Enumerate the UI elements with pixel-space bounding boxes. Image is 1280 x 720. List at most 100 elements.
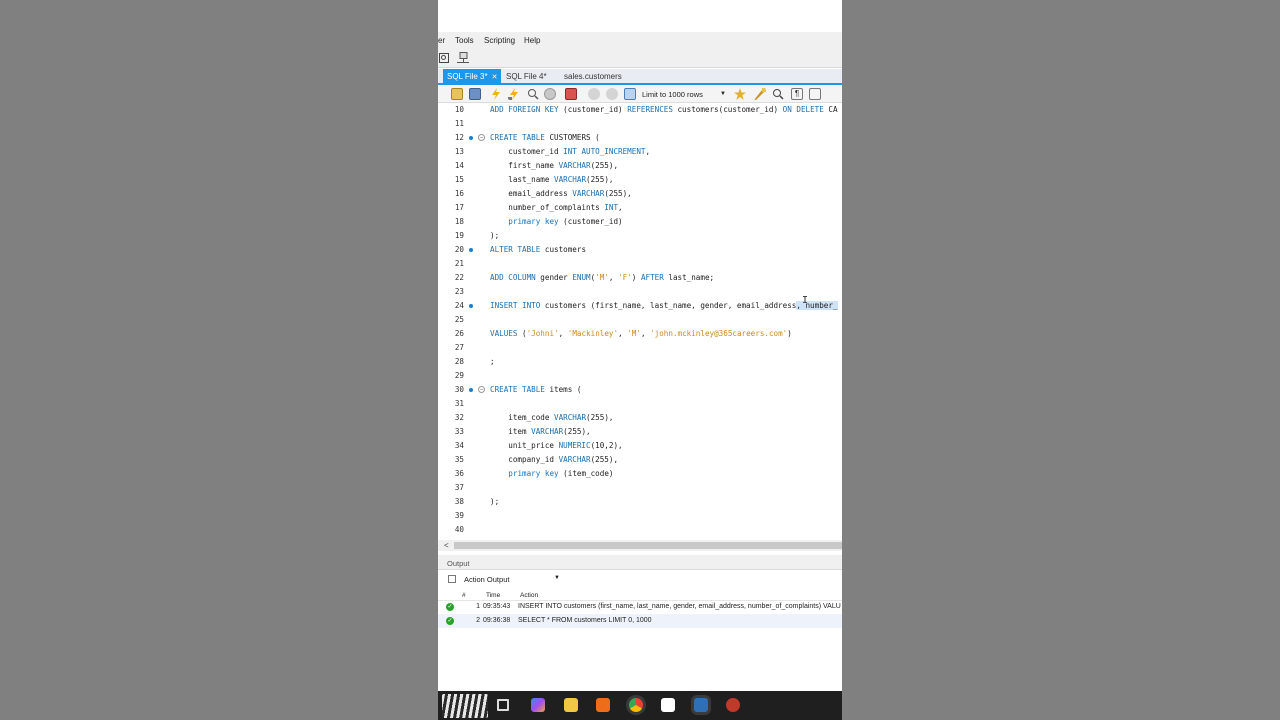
find-icon[interactable]: [772, 88, 784, 100]
code-line[interactable]: 39: [438, 509, 842, 523]
copilot-icon[interactable]: [531, 698, 545, 712]
statement-marker-icon: [469, 304, 473, 308]
autocommit-icon[interactable]: [624, 88, 636, 100]
line-number: 14: [454, 161, 464, 170]
code-line[interactable]: 38);: [438, 495, 842, 509]
col-action[interactable]: Action: [520, 592, 538, 599]
code-line[interactable]: 35 company_id VARCHAR(255),: [438, 453, 842, 467]
code-line[interactable]: 20 ALTER TABLE customers: [438, 243, 842, 257]
line-number: 17: [454, 203, 464, 212]
wrap-icon[interactable]: [809, 88, 821, 100]
code-line[interactable]: 33 item VARCHAR(255),: [438, 425, 842, 439]
scrollbar-thumb[interactable]: [454, 542, 842, 549]
code-text: ADD FOREIGN KEY (customer_id) REFERENCES…: [490, 105, 838, 114]
line-number: 25: [454, 315, 464, 324]
open-folder-icon[interactable]: [451, 88, 463, 100]
search-icon[interactable]: [439, 53, 449, 63]
horizontal-scrollbar[interactable]: <: [438, 540, 842, 551]
rollback-icon[interactable]: [606, 88, 618, 100]
menu-partial[interactable]: er: [438, 36, 445, 45]
line-number: 18: [454, 217, 464, 226]
code-line[interactable]: 32 item_code VARCHAR(255),: [438, 411, 842, 425]
capcut-icon[interactable]: [661, 698, 675, 712]
code-line[interactable]: 10 ADD FOREIGN KEY (customer_id) REFERENC…: [438, 103, 842, 117]
col-num[interactable]: #: [462, 592, 466, 599]
statement-marker-icon: [469, 248, 473, 252]
code-line[interactable]: 23: [438, 285, 842, 299]
code-line[interactable]: 15 last_name VARCHAR(255),: [438, 173, 842, 187]
tab-sql-file-4[interactable]: SQL File 4*: [502, 69, 551, 84]
line-number: 36: [454, 469, 464, 478]
sublime-icon[interactable]: [596, 698, 610, 712]
chrome-icon[interactable]: [629, 698, 643, 712]
file-explorer-icon[interactable]: [564, 698, 578, 712]
code-line[interactable]: 28;: [438, 355, 842, 369]
output-row[interactable]: ✓ 2 09:36:38 SELECT * FROM customers LIM…: [438, 614, 842, 628]
bookmark-icon[interactable]: [734, 88, 746, 100]
menu-scripting[interactable]: Scripting: [484, 36, 515, 45]
zebra-wallpaper-thumb[interactable]: [442, 694, 488, 718]
execute-icon[interactable]: [490, 88, 502, 100]
menu-tools[interactable]: Tools: [455, 36, 474, 45]
line-number: 11: [454, 119, 464, 128]
code-text: item VARCHAR(255),: [490, 427, 591, 436]
code-line[interactable]: 31: [438, 397, 842, 411]
menu-help[interactable]: Help: [524, 36, 540, 45]
code-text: item_code VARCHAR(255),: [490, 413, 614, 422]
code-line[interactable]: 16 email_address VARCHAR(255),: [438, 187, 842, 201]
close-icon[interactable]: ✕: [492, 74, 498, 81]
new-connection-icon[interactable]: [456, 52, 470, 64]
col-time[interactable]: Time: [486, 592, 500, 599]
code-line[interactable]: 36 primary key (item_code): [438, 467, 842, 481]
invisible-chars-icon[interactable]: ¶: [791, 88, 803, 100]
output-header: Output: [438, 555, 842, 570]
chevron-left-icon[interactable]: <: [444, 540, 449, 551]
chevron-down-icon: ▼: [720, 91, 726, 97]
mysql-workbench-icon[interactable]: [694, 698, 708, 712]
row-action: SELECT * FROM customers LIMIT 0, 1000: [518, 617, 652, 624]
beautify-icon[interactable]: [754, 88, 766, 100]
code-line[interactable]: 29: [438, 369, 842, 383]
code-text: CREATE TABLE CUSTOMERS (: [490, 133, 600, 142]
code-line[interactable]: 40: [438, 523, 842, 537]
success-check-icon: ✓: [446, 617, 454, 625]
code-line[interactable]: 37: [438, 481, 842, 495]
toggle-errors-icon[interactable]: [565, 88, 577, 100]
tab-sales-customers[interactable]: sales.customers: [560, 69, 626, 84]
task-view-icon[interactable]: [497, 699, 509, 711]
code-line[interactable]: 34 unit_price NUMERIC(10,2),: [438, 439, 842, 453]
line-number: 26: [454, 329, 464, 338]
code-line[interactable]: 27: [438, 341, 842, 355]
line-number: 10: [454, 105, 464, 114]
code-line[interactable]: 30 − CREATE TABLE items (: [438, 383, 842, 397]
code-line[interactable]: 17 number_of_complaints INT,: [438, 201, 842, 215]
commit-icon[interactable]: [588, 88, 600, 100]
explain-icon[interactable]: [527, 88, 539, 100]
execute-current-icon[interactable]: [508, 88, 520, 100]
limit-rows-select[interactable]: Limit to 1000 rows ▼: [642, 88, 726, 101]
sql-editor[interactable]: 10 ADD FOREIGN KEY (customer_id) REFERENC…: [438, 103, 842, 540]
code-line[interactable]: 14 first_name VARCHAR(255),: [438, 159, 842, 173]
editor-tabs: SQL File 3* ✕ SQL File 4* sales.customers: [438, 69, 842, 85]
fold-toggle-icon[interactable]: −: [478, 386, 485, 393]
quick-toolbar: [438, 49, 842, 68]
tab-sql-file-3[interactable]: SQL File 3* ✕: [443, 69, 502, 84]
fold-toggle-icon[interactable]: −: [478, 134, 485, 141]
code-line[interactable]: 18 primary key (customer_id): [438, 215, 842, 229]
line-number: 15: [454, 175, 464, 184]
output-row[interactable]: ✓ 1 09:35:43 INSERT INTO customers (firs…: [438, 600, 842, 614]
stop-icon[interactable]: [544, 88, 556, 100]
code-line[interactable]: 22 ADD COLUMN gender ENUM('M', 'F') AFTER…: [438, 271, 842, 285]
output-type-select[interactable]: Action Output ▼: [446, 573, 562, 585]
limit-label: Limit to 1000 rows: [642, 90, 703, 99]
save-icon[interactable]: [469, 88, 481, 100]
code-line[interactable]: 13 customer_id INT AUTO_INCREMENT,: [438, 145, 842, 159]
code-line[interactable]: 26 VALUES ('Johni', 'Mackinley', 'M', 'jo…: [438, 327, 842, 341]
davinci-icon[interactable]: [726, 698, 740, 712]
code-line[interactable]: 12 − CREATE TABLE CUSTOMERS (: [438, 131, 842, 145]
code-line[interactable]: 19);: [438, 229, 842, 243]
code-line[interactable]: 24 INSERT INTO customers (first_name, las…: [438, 299, 842, 313]
code-line[interactable]: 21: [438, 257, 842, 271]
code-line[interactable]: 11: [438, 117, 842, 131]
code-line[interactable]: 25: [438, 313, 842, 327]
